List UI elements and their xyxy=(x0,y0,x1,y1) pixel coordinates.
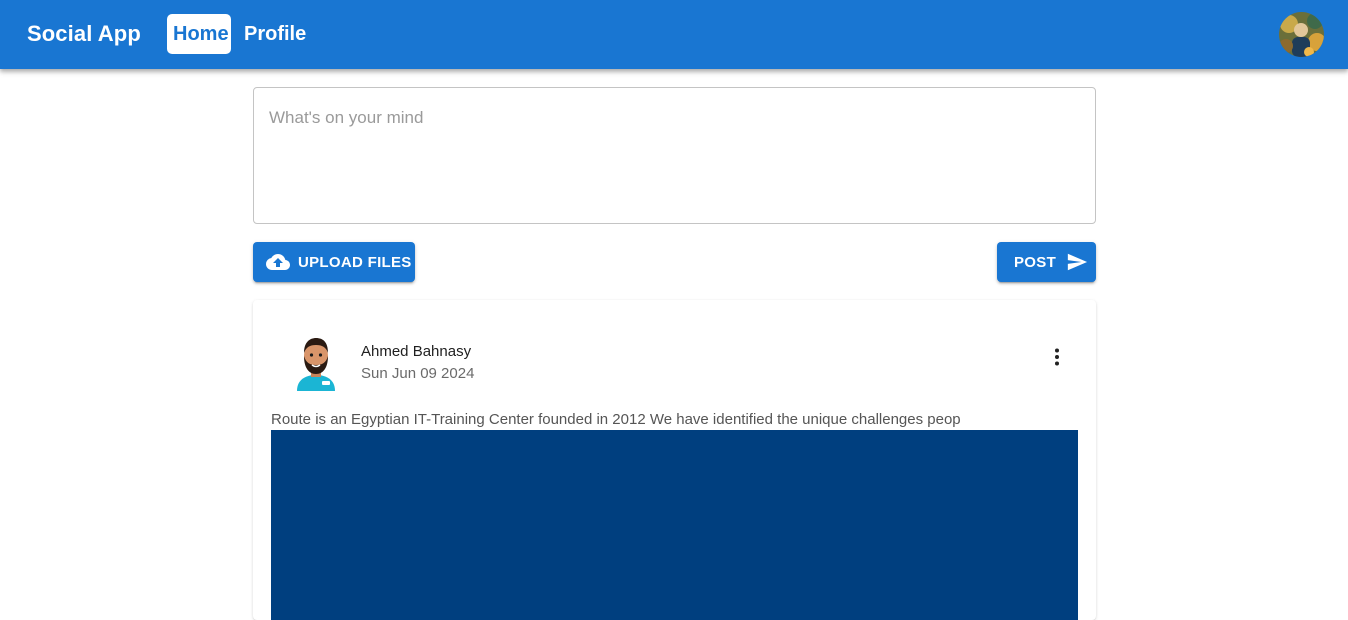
author-avatar[interactable] xyxy=(291,336,341,391)
user-avatar-image xyxy=(1279,12,1324,57)
post-button-label: POST xyxy=(1014,253,1057,271)
post-date: Sun Jun 09 2024 xyxy=(361,365,475,382)
post-author[interactable]: Ahmed Bahnasy xyxy=(361,343,471,360)
nav-home[interactable]: Home xyxy=(167,14,231,54)
upload-files-button[interactable]: UPLOAD FILES xyxy=(253,242,415,282)
post-card: Ahmed Bahnasy Sun Jun 09 2024 Route is a… xyxy=(253,300,1096,620)
post-image[interactable] xyxy=(271,430,1078,620)
post-button[interactable]: POST xyxy=(997,242,1096,282)
more-vertical-icon[interactable] xyxy=(1045,345,1069,369)
post-input[interactable] xyxy=(254,88,1095,223)
nav-profile[interactable]: Profile xyxy=(238,14,312,54)
cloud-upload-icon xyxy=(266,250,290,274)
post-body: Route is an Egyptian IT-Training Center … xyxy=(271,411,961,428)
upload-files-label: UPLOAD FILES xyxy=(298,253,412,271)
app-bar: Social App Home Profile xyxy=(0,0,1348,69)
user-avatar[interactable] xyxy=(1279,12,1324,57)
author-avatar-image xyxy=(297,338,335,391)
post-composer xyxy=(253,87,1096,224)
send-icon xyxy=(1066,251,1088,273)
app-title: Social App xyxy=(27,21,141,46)
